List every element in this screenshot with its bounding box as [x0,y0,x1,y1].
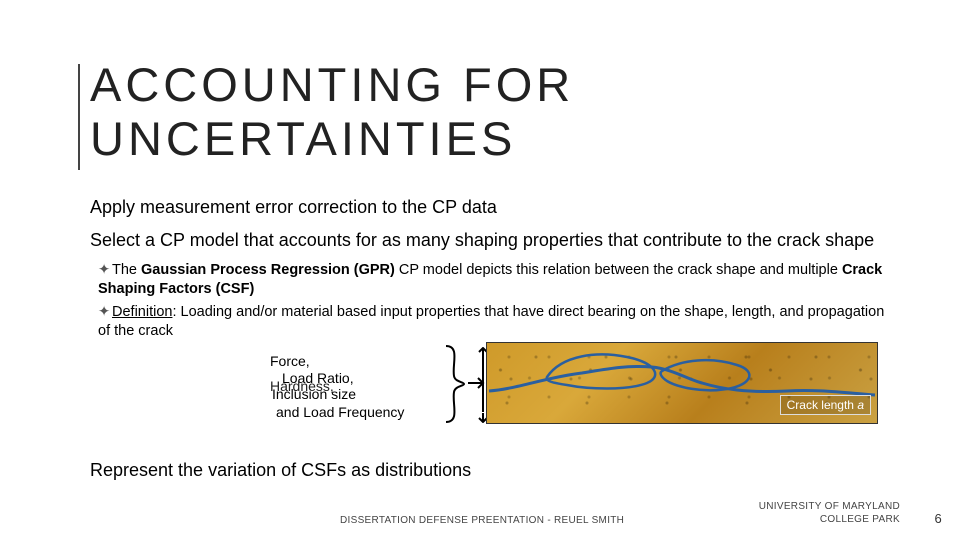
page-number: 6 [934,511,942,526]
csf-diagram-row: Force, Load Ratio, Hardness, Inclusion s… [90,346,890,432]
paragraph-1: Apply measurement error correction to th… [90,196,890,219]
footer-university: UNIVERSITY OF MARYLAND [759,501,900,512]
right-brace-icon [442,344,468,424]
crack-label-text: Crack length [787,398,858,412]
right-arrow-icon [468,376,488,390]
title-line-1: ACCOUNTING FOR [90,58,574,111]
csf-line-2: Load Ratio, Hardness, Inclusion size [270,371,450,389]
crack-micrograph: Crack length a [486,342,878,424]
title-left-rule [78,64,80,170]
footer-right: UNIVERSITY OF MARYLAND COLLEGE PARK [759,501,900,526]
bullet-definition: ✦Definition: Loading and/or material bas… [98,303,890,341]
paragraph-2: Select a CP model that accounts for as m… [90,229,890,252]
bullet1-pre: The [112,262,141,278]
csf-factor-list: Force, Load Ratio, Hardness, Inclusion s… [270,352,450,421]
title-line-2: UNCERTAINTIES [90,112,516,165]
bullet1-mid: CP model depicts this relation between t… [395,262,842,278]
footer-campus: COLLEGE PARK [820,514,900,525]
paragraph-3: Represent the variation of CSFs as distr… [90,460,471,481]
footer-left: DISSERTATION DEFENSE PREENTATION - REUEL… [340,515,624,526]
star-icon: ✦ [98,303,112,322]
bullet-gpr: ✦The Gaussian Process Regression (GPR) C… [98,261,890,299]
star-icon: ✦ [98,261,112,280]
crack-length-label: Crack length a [780,395,871,415]
slide-title: ACCOUNTING FOR UNCERTAINTIES [90,58,574,166]
dimension-line [482,352,484,412]
slide-body: Apply measurement error correction to th… [90,190,890,432]
crack-length-var: a [857,398,864,412]
definition-text: : Loading and/or material based input pr… [98,304,884,339]
bullet1-bold-gpr: Gaussian Process Regression (GPR) [141,262,395,278]
csf-line-3: and Load Frequency [276,403,450,421]
definition-label: Definition [112,304,172,320]
